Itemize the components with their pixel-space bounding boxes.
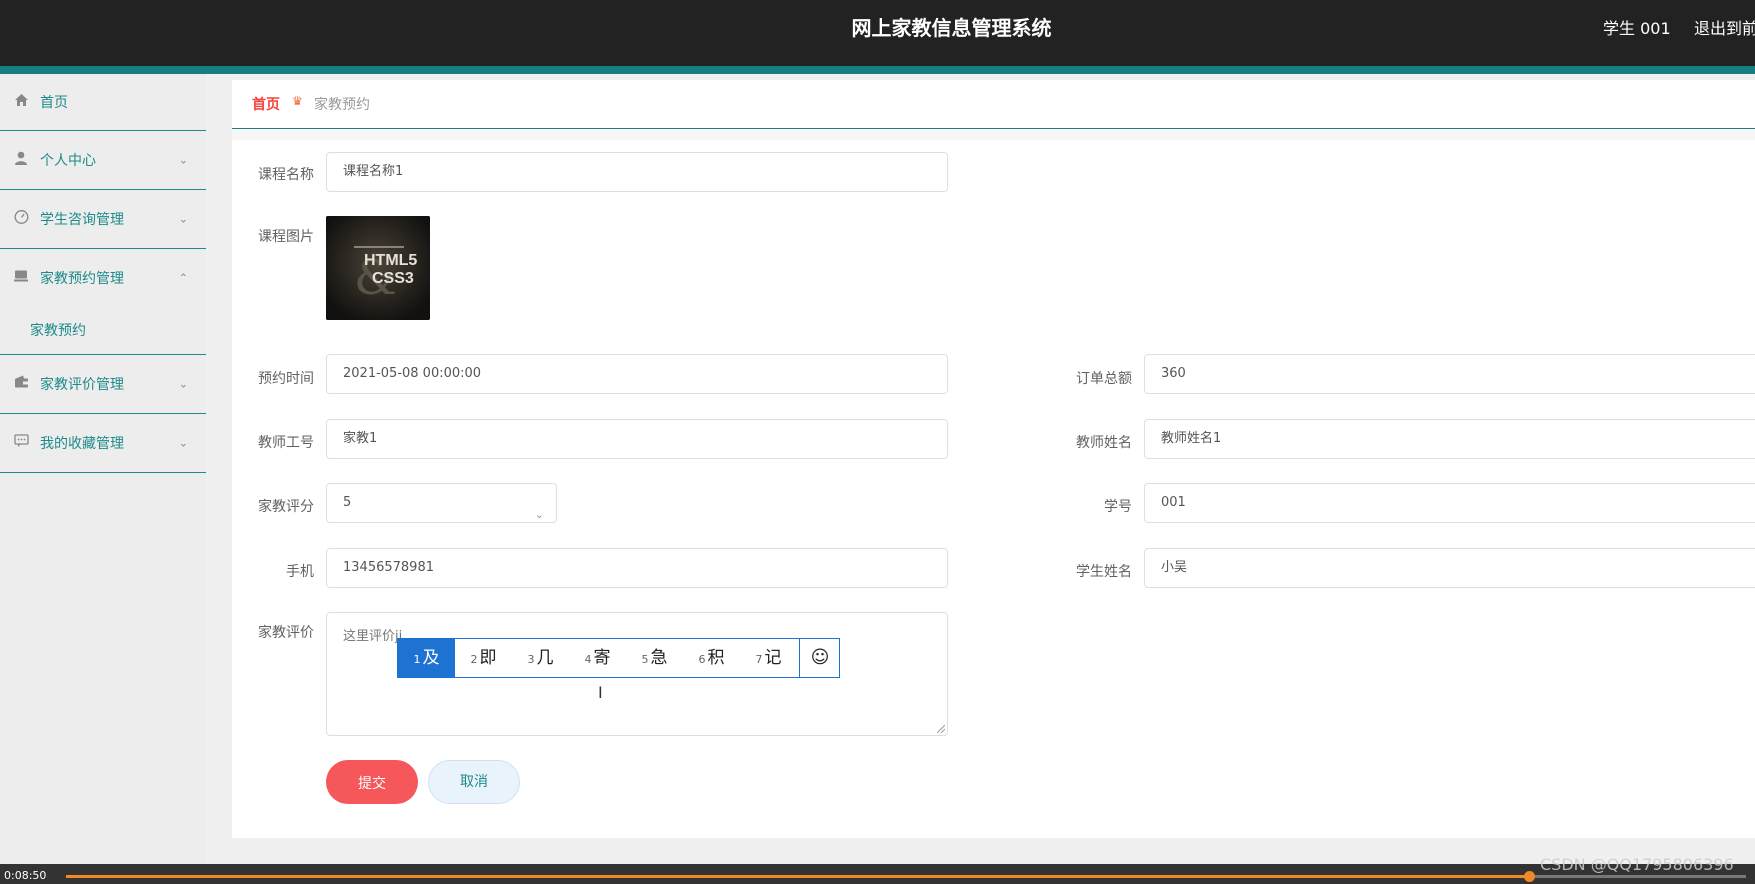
current-user: 学生 001 (1603, 19, 1671, 38)
teacher-id-input[interactable]: 家教1 (326, 419, 948, 459)
ime-candidate[interactable]: 3几 (512, 639, 569, 677)
sidebar-item-personal-center[interactable]: 个人中心 ⌄ (0, 131, 206, 190)
text-cursor-icon: I (598, 683, 603, 702)
video-player-bar: 0:08:50 (0, 864, 1755, 884)
chevron-down-icon: ⌄ (178, 153, 188, 167)
crown-icon: ♛ (292, 94, 303, 108)
student-name-label: 学生姓名 (1076, 564, 1132, 580)
header-accent-line (0, 66, 1755, 74)
student-id-input[interactable]: 001 (1144, 483, 1755, 523)
ime-candidate[interactable]: 6积 (683, 639, 740, 677)
course-name-input[interactable]: 课程名称1 (326, 152, 948, 192)
course-name-label: 课程名称 (258, 167, 314, 183)
course-image[interactable]: & HTML5 CSS3 (326, 216, 430, 320)
chevron-down-icon: ⌄ (178, 436, 188, 450)
watermark: CSDN @QQ1795806396 (1540, 855, 1734, 874)
user-icon (14, 151, 28, 169)
teacher-name-label: 教师姓名 (1076, 435, 1132, 451)
breadcrumb-current: 家教预约 (314, 97, 370, 113)
emoji-icon[interactable]: ☺ (799, 639, 840, 677)
sidebar-subitem-booking[interactable]: 家教预约 (0, 306, 206, 354)
course-image-text-1: HTML5 (364, 252, 418, 269)
sidebar-item-label: 学生咨询管理 (40, 212, 124, 228)
sidebar-item-consultation[interactable]: 学生咨询管理 ⌄ (0, 190, 206, 249)
ime-candidate[interactable]: 2即 (455, 639, 512, 677)
ime-candidate-bar: 1及 2即 3几 4寄 5急 6积 7记 ☺ (397, 638, 840, 678)
student-name-input[interactable]: 小吴 (1144, 548, 1755, 588)
cancel-button[interactable]: 取消 (428, 760, 520, 804)
chevron-down-icon: ⌄ (178, 212, 188, 226)
top-bar: 网上家教信息管理系统 学生 001 退出到前台 (0, 0, 1755, 66)
order-total-label: 订单总额 (1076, 371, 1132, 387)
phone-label: 手机 (286, 564, 314, 580)
phone-input[interactable]: 13456578981 (326, 548, 948, 588)
main-content: 首页 ♛ 家教预约 课程名称 课程名称1 课程图片 & HTML5 CSS3 预… (232, 80, 1755, 838)
sidebar: 首页 个人中心 ⌄ 学生咨询管理 ⌄ 家教预约管理 ⌃ 家教预约 家教评价管理 … (0, 74, 206, 864)
student-id-label: 学号 (1104, 499, 1132, 515)
teacher-name-input[interactable]: 教师姓名1 (1144, 419, 1755, 459)
sidebar-item-label: 个人中心 (40, 153, 96, 169)
sidebar-item-label: 家教预约管理 (40, 270, 124, 287)
teacher-id-label: 教师工号 (258, 435, 314, 451)
submit-button[interactable]: 提交 (326, 760, 418, 804)
sidebar-subitem-label: 家教预约 (30, 323, 86, 339)
breadcrumb-home[interactable]: 首页 (252, 94, 280, 114)
sidebar-item-label: 家教评价管理 (40, 377, 124, 393)
sidebar-item-favorites[interactable]: 我的收藏管理 ⌄ (0, 414, 206, 473)
dashboard-icon (14, 210, 29, 229)
resize-handle-icon[interactable] (937, 725, 945, 733)
video-progress-fill (66, 875, 1530, 878)
video-progress-track[interactable] (66, 871, 1746, 882)
section-divider (232, 130, 1755, 140)
app-title: 网上家教信息管理系统 (851, 16, 1052, 40)
sidebar-item-evaluation[interactable]: 家教评价管理 ⌄ (0, 354, 206, 414)
review-text: 这里评价ji (343, 629, 403, 644)
order-total-input[interactable]: 360 (1144, 354, 1755, 394)
wallet-icon (14, 375, 29, 393)
chevron-down-icon: ⌄ (534, 508, 544, 521)
video-time: 0:08:50 (4, 869, 47, 882)
logout-link[interactable]: 退出到前台 (1694, 15, 1755, 39)
course-image-label: 课程图片 (258, 229, 314, 245)
ime-candidate[interactable]: 4寄 (569, 639, 626, 677)
sidebar-item-booking[interactable]: 家教预约管理 ⌃ (0, 249, 206, 306)
video-progress-thumb[interactable] (1524, 871, 1536, 882)
booking-time-input[interactable]: 2021-05-08 00:00:00 (326, 354, 948, 394)
ime-candidate[interactable]: 7记 (740, 639, 797, 677)
rating-select[interactable]: 5 ⌄ (326, 483, 557, 523)
rating-label: 家教评分 (258, 499, 314, 515)
ime-candidate[interactable]: 1及 (398, 639, 455, 677)
sidebar-item-home[interactable]: 首页 (0, 74, 206, 131)
inbox-icon (14, 269, 28, 286)
rating-value: 5 (343, 495, 352, 510)
sidebar-item-label: 首页 (40, 95, 68, 111)
chevron-down-icon: ⌄ (178, 377, 188, 391)
chevron-up-icon: ⌃ (178, 271, 188, 284)
ime-candidate[interactable]: 5急 (626, 639, 683, 677)
home-icon (14, 93, 29, 111)
breadcrumb: 首页 ♛ 家教预约 (232, 80, 1755, 129)
course-image-text-2: CSS3 (372, 270, 414, 287)
chat-icon (14, 434, 29, 452)
sidebar-item-label: 我的收藏管理 (40, 436, 124, 452)
booking-time-label: 预约时间 (258, 371, 314, 387)
review-label: 家教评价 (258, 625, 314, 641)
